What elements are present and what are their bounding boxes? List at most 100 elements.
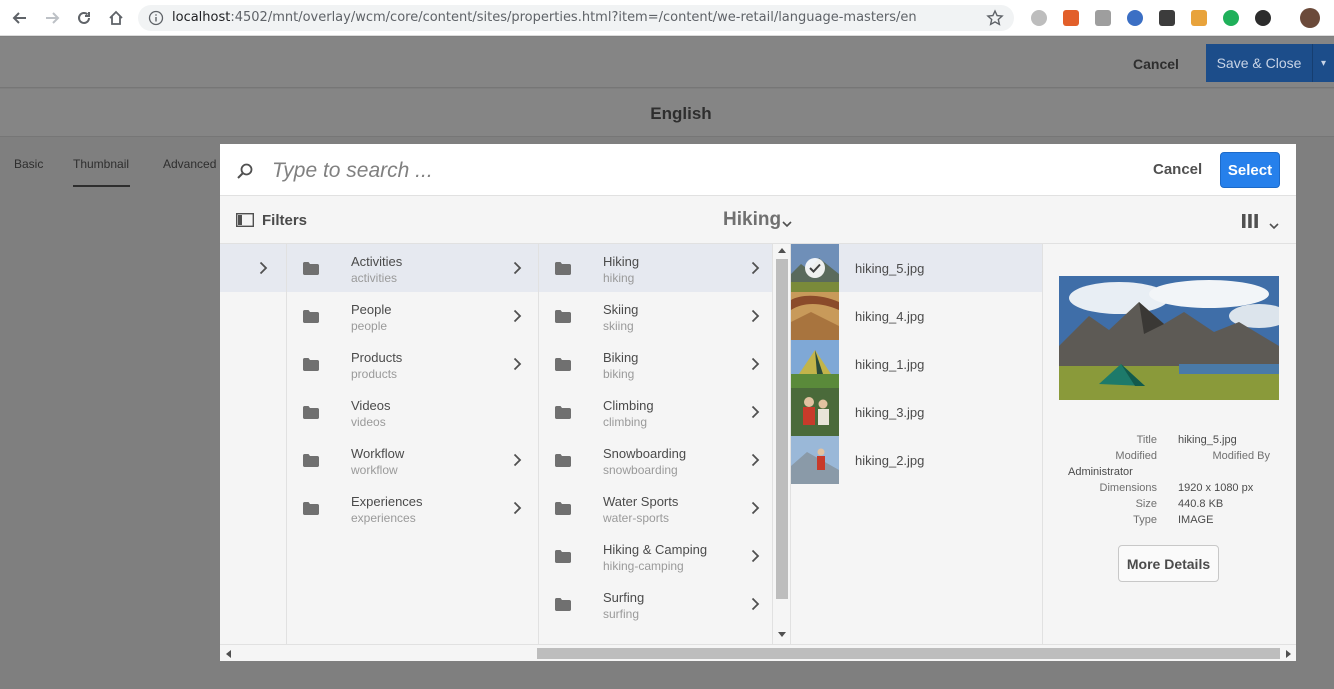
folder-name: Hiking & Camping [603,542,708,557]
column-view-icon[interactable] [1241,213,1259,234]
folder-row-water-sports[interactable]: Water Sports water-sports [539,484,772,532]
filters-toggle[interactable]: Filters [262,212,307,229]
chevron-right-icon[interactable] [751,405,760,424]
folder-row-skiing[interactable]: Skiing skiing [539,292,772,340]
horizontal-scrollbar[interactable] [220,644,1296,661]
folder-row-workflow[interactable]: Workflow workflow [287,436,538,484]
folder-path: biking [603,367,635,381]
folder-icon [555,598,571,616]
extension-icon-5[interactable] [1159,10,1175,26]
folder-row-climbing[interactable]: Climbing climbing [539,388,772,436]
picker-cancel-button[interactable]: Cancel [1153,161,1202,178]
folder-row-hiking[interactable]: Hiking hiking [539,244,772,292]
tab-thumbnail[interactable]: Thumbnail [73,157,129,171]
extension-icon-1[interactable] [1031,10,1047,26]
camera-extension-icon[interactable] [1095,10,1111,26]
chevron-right-icon[interactable] [751,261,760,280]
folder-row-hiking-camping[interactable]: Hiking & Camping hiking-camping [539,532,772,580]
folder-icon [303,358,319,376]
folder-name: People [351,302,392,317]
page-cancel-button[interactable]: Cancel [1133,56,1179,72]
address-bar[interactable]: localhost:4502/mnt/overlay/wcm/core/cont… [138,5,1014,31]
folder-row-snowboarding[interactable]: Snowboarding snowboarding [539,436,772,484]
folder-path: workflow [351,463,398,477]
asset-row[interactable]: hiking_5.jpg [791,244,1042,292]
profile-avatar[interactable] [1300,8,1320,28]
folder-row-products[interactable]: Products products [287,340,538,388]
save-close-button[interactable]: Save & Close [1206,44,1312,82]
chevron-down-icon[interactable] [782,215,792,233]
column-assets: hiking_5.jpg hiking_4.jpg hiking_1.jpg h… [791,244,1043,644]
scroll-up-icon[interactable] [778,248,786,253]
extension-icon-6[interactable] [1191,10,1207,26]
chevron-right-icon[interactable] [751,357,760,376]
chevron-right-icon[interactable] [751,597,760,616]
home-icon[interactable] [104,6,128,30]
scroll-down-icon[interactable] [778,632,786,637]
more-details-button[interactable]: More Details [1118,545,1219,582]
folder-icon [303,262,319,280]
folder-row-people[interactable]: People people [287,292,538,340]
chevron-right-icon[interactable] [751,453,760,472]
detail-size-value: 440.8 KB [1178,498,1224,510]
folder-row-videos[interactable]: Videos videos [287,388,538,436]
root-selected-row[interactable] [220,244,286,292]
folder-row-activities[interactable]: Activities activities [287,244,538,292]
folder-icon [303,502,319,520]
asset-row[interactable]: hiking_4.jpg [791,292,1042,340]
search-input[interactable] [272,156,1052,186]
chevron-right-icon[interactable] [513,501,522,520]
folder-row-surfing[interactable]: Surfing surfing [539,580,772,628]
scroll-thumb[interactable] [776,259,788,599]
folder-icon [555,550,571,568]
folder-path: experiences [351,511,416,525]
breadcrumb[interactable]: Hiking [723,209,781,231]
chevron-right-icon[interactable] [751,501,760,520]
select-button[interactable]: Select [1220,152,1280,188]
tab-advanced[interactable]: Advanced [163,157,216,171]
asset-row[interactable]: hiking_2.jpg [791,436,1042,484]
forward-icon[interactable] [40,6,64,30]
extension-icon-2[interactable] [1063,10,1079,26]
save-dropdown-icon[interactable]: ▾ [1312,44,1334,82]
scroll-left-icon[interactable] [226,650,231,658]
chevron-right-icon[interactable] [513,453,522,472]
extension-icon-4[interactable] [1127,10,1143,26]
folder-path: people [351,319,388,333]
folder-name: Climbing [603,398,654,413]
scroll-right-icon[interactable] [1286,650,1291,658]
view-chevron-down-icon[interactable] [1269,217,1279,235]
site-info-icon[interactable] [148,10,164,31]
detail-modified-label: Modified [1115,450,1157,462]
chevron-right-icon[interactable] [513,357,522,376]
detail-dimensions-label: Dimensions [1099,482,1157,494]
chevron-right-icon[interactable] [513,261,522,280]
asset-thumbnail [791,292,839,340]
chevron-right-icon[interactable] [259,261,268,280]
folder-row-biking[interactable]: Biking biking [539,340,772,388]
back-icon[interactable] [8,6,32,30]
asset-name: hiking_5.jpg [855,261,925,276]
browser-toolbar: localhost:4502/mnt/overlay/wcm/core/cont… [0,0,1334,36]
folder-row-experiences[interactable]: Experiences experiences [287,484,538,532]
folder-name: Workflow [351,446,405,461]
bookmark-star-icon[interactable] [986,9,1004,32]
vertical-scrollbar[interactable] [773,244,791,644]
chevron-right-icon[interactable] [513,309,522,328]
asset-row[interactable]: hiking_3.jpg [791,388,1042,436]
grammarly-icon[interactable] [1223,10,1239,26]
filters-icon[interactable] [235,212,255,232]
active-tab-indicator [73,185,130,187]
detail-type-value: IMAGE [1178,514,1214,526]
chevron-right-icon[interactable] [751,549,760,568]
url-text: localhost:4502/mnt/overlay/wcm/core/cont… [172,10,917,25]
chevron-right-icon[interactable] [751,309,760,328]
tab-basic[interactable]: Basic [14,157,43,171]
horizontal-scroll-thumb[interactable] [537,648,1280,659]
folder-name: Skiing [603,302,639,317]
extension-icon-8[interactable] [1255,10,1271,26]
reload-icon[interactable] [72,6,96,30]
folder-name: Activities [351,254,403,269]
detail-title-label: Title [1136,434,1157,446]
asset-row[interactable]: hiking_1.jpg [791,340,1042,388]
